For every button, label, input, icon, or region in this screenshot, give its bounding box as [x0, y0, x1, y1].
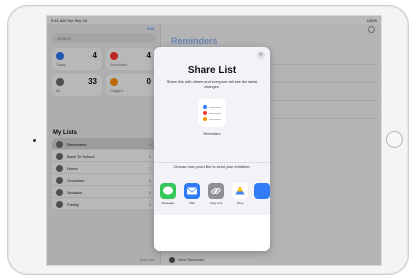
share-apps-row: Messages Mail Copy Link Drive	[158, 183, 270, 209]
app-icon	[254, 183, 270, 199]
sheet-footer	[154, 215, 270, 251]
ipad-screen: 9:41 AM Tue Sep 15 100% Edit Search 4 To…	[46, 15, 382, 266]
close-icon[interactable]: ✕	[257, 51, 265, 59]
divider	[154, 162, 270, 163]
app-label: Drive	[236, 201, 244, 205]
home-button[interactable]	[386, 131, 403, 148]
share-app-drive[interactable]: Drive	[230, 183, 250, 205]
share-instructions: Choose how you'd like to send your invit…	[173, 165, 251, 169]
front-camera	[33, 139, 36, 142]
list-row-glyph	[203, 111, 221, 115]
messages-icon	[160, 183, 176, 199]
share-app-mail[interactable]: Mail	[182, 183, 202, 205]
reminders-list-icon	[198, 99, 226, 127]
share-sheet-description: Share this with others and everyone will…	[166, 80, 258, 89]
list-row-glyph	[203, 105, 221, 109]
share-list-sheet: ✕ Share List Share this with others and …	[154, 47, 270, 251]
share-app-copy-link[interactable]: Copy Link	[206, 183, 226, 205]
app-label: Mail	[189, 201, 195, 205]
app-label: Messages	[161, 201, 175, 205]
shared-list-name: Reminders	[203, 132, 221, 136]
share-app-more[interactable]	[254, 183, 270, 201]
link-icon	[208, 183, 224, 199]
share-app-messages[interactable]: Messages	[158, 183, 178, 205]
app-label: Copy Link	[209, 201, 223, 205]
share-sheet-title: Share List	[187, 65, 237, 76]
mail-icon	[184, 183, 200, 199]
list-row-glyph	[203, 117, 221, 121]
drive-icon	[232, 183, 248, 199]
